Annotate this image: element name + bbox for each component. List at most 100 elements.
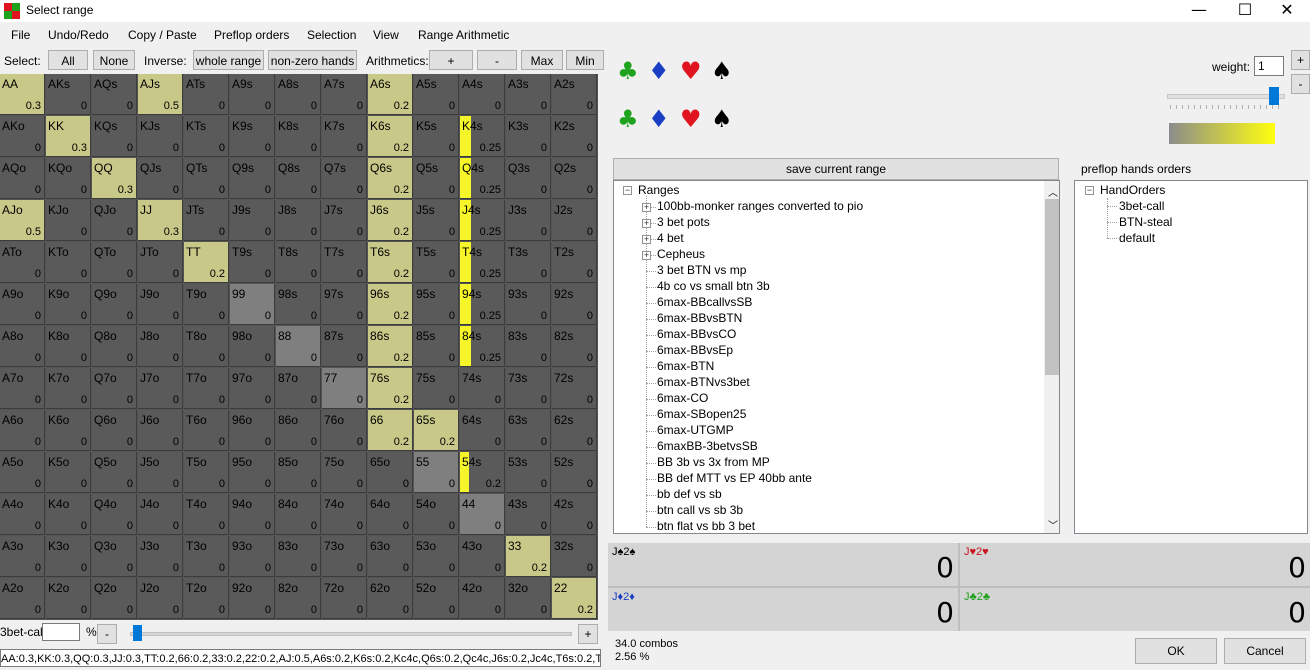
hand-cell-Q9s[interactable]: Q9s 0 <box>230 158 275 199</box>
hand-cell-99[interactable]: 99 0 <box>230 284 275 325</box>
hand-cell-A3s[interactable]: A3s 0 <box>506 74 551 115</box>
hand-cell-83s[interactable]: 83s 0 <box>506 326 551 367</box>
hand-cell-T4s[interactable]: T4s 0.25 <box>460 242 505 283</box>
menu-file[interactable]: File <box>11 28 30 42</box>
range-tree-item[interactable]: 100bb-monker ranges converted to pio <box>657 199 863 213</box>
hand-cell-Q8s[interactable]: Q8s 0 <box>276 158 321 199</box>
cancel-button[interactable]: Cancel <box>1224 638 1306 664</box>
hand-cell-Q4o[interactable]: Q4o 0 <box>92 494 137 535</box>
hand-cell-TT[interactable]: TT 0.2 <box>184 242 229 283</box>
hand-cell-Q5o[interactable]: Q5o 0 <box>92 452 137 493</box>
hand-cell-92o[interactable]: 92o 0 <box>230 578 275 619</box>
hand-cell-A8o[interactable]: A8o 0 <box>0 326 45 367</box>
hand-cell-J6o[interactable]: J6o 0 <box>138 410 183 451</box>
ranges-scrollbar-thumb[interactable] <box>1045 199 1059 375</box>
hand-cell-QJo[interactable]: QJo 0 <box>92 200 137 241</box>
hand-cell-52o[interactable]: 52o 0 <box>414 578 459 619</box>
hand-cell-T8o[interactable]: T8o 0 <box>184 326 229 367</box>
hand-cell-54s[interactable]: 54s 0.2 <box>460 452 505 493</box>
percent-slider-thumb[interactable] <box>133 625 142 641</box>
range-tree-item[interactable]: btn call vs sb 3b <box>657 503 743 517</box>
hand-cell-T6s[interactable]: T6s 0.2 <box>368 242 413 283</box>
range-tree-item[interactable]: 6max-BTN <box>657 359 714 373</box>
combo-cell[interactable]: J♥2♥ 0 <box>960 543 1310 586</box>
minimize-button[interactable]: — <box>1176 0 1222 22</box>
handorder-item[interactable]: 3bet-call <box>1119 199 1164 213</box>
hand-cell-A4o[interactable]: A4o 0 <box>0 494 45 535</box>
hand-cell-JTo[interactable]: JTo 0 <box>138 242 183 283</box>
hand-cell-KJs[interactable]: KJs 0 <box>138 116 183 157</box>
hand-cell-82o[interactable]: 82o 0 <box>276 578 321 619</box>
hand-cell-95o[interactable]: 95o 0 <box>230 452 275 493</box>
handorder-item[interactable]: default <box>1119 231 1155 245</box>
hand-cell-J2o[interactable]: J2o 0 <box>138 578 183 619</box>
hand-cell-K9s[interactable]: K9s 0 <box>230 116 275 157</box>
hand-cell-64o[interactable]: 64o 0 <box>368 494 413 535</box>
hand-cell-77[interactable]: 77 0 <box>322 368 367 409</box>
hand-cell-J7o[interactable]: J7o 0 <box>138 368 183 409</box>
hand-cell-86s[interactable]: 86s 0.2 <box>368 326 413 367</box>
hand-cell-83o[interactable]: 83o 0 <box>276 536 321 577</box>
ranges-collapse-icon[interactable]: − <box>623 186 632 195</box>
hand-cell-74s[interactable]: 74s 0 <box>460 368 505 409</box>
select-none-button[interactable]: None <box>93 50 135 70</box>
hand-cell-92s[interactable]: 92s 0 <box>552 284 597 325</box>
hand-cell-Q5s[interactable]: Q5s 0 <box>414 158 459 199</box>
hand-cell-Q8o[interactable]: Q8o 0 <box>92 326 137 367</box>
hand-cell-32s[interactable]: 32s 0 <box>552 536 597 577</box>
hand-cell-Q2o[interactable]: Q2o 0 <box>92 578 137 619</box>
hand-cell-J9o[interactable]: J9o 0 <box>138 284 183 325</box>
hand-cell-AA[interactable]: AA 0.3 <box>0 74 45 115</box>
hand-cell-A5o[interactable]: A5o 0 <box>0 452 45 493</box>
hand-cell-A6o[interactable]: A6o 0 <box>0 410 45 451</box>
range-tree-item[interactable]: 4 bet <box>657 231 684 245</box>
hand-cell-72o[interactable]: 72o 0 <box>322 578 367 619</box>
hand-cell-82s[interactable]: 82s 0 <box>552 326 597 367</box>
hand-cell-98o[interactable]: 98o 0 <box>230 326 275 367</box>
hand-cell-94s[interactable]: 94s 0.25 <box>460 284 505 325</box>
hand-cell-Q7o[interactable]: Q7o 0 <box>92 368 137 409</box>
hand-cell-KQo[interactable]: KQo 0 <box>46 158 91 199</box>
hand-cell-J5s[interactable]: J5s 0 <box>414 200 459 241</box>
hand-cell-K9o[interactable]: K9o 0 <box>46 284 91 325</box>
heart-suit-icon[interactable]: ♥ <box>680 59 702 83</box>
diamond-suit-icon-2[interactable]: ♦ <box>648 107 670 131</box>
hand-cell-A2o[interactable]: A2o 0 <box>0 578 45 619</box>
hand-cell-62s[interactable]: 62s 0 <box>552 410 597 451</box>
range-tree-item[interactable]: BB 3b vs 3x from MP <box>657 455 770 469</box>
hand-cell-85o[interactable]: 85o 0 <box>276 452 321 493</box>
hand-cell-AKs[interactable]: AKs 0 <box>46 74 91 115</box>
hand-cell-94o[interactable]: 94o 0 <box>230 494 275 535</box>
hand-cell-ATs[interactable]: ATs 0 <box>184 74 229 115</box>
hand-cell-A6s[interactable]: A6s 0.2 <box>368 74 413 115</box>
range-tree-item[interactable]: 3 bet BTN vs mp <box>657 263 746 277</box>
hand-cell-65o[interactable]: 65o 0 <box>368 452 413 493</box>
hand-cell-QTs[interactable]: QTs 0 <box>184 158 229 199</box>
hand-cell-AJs[interactable]: AJs 0.5 <box>138 74 183 115</box>
percent-decrease-button[interactable]: - <box>97 624 117 644</box>
arith-min-button[interactable]: Min <box>566 50 604 70</box>
hand-cell-43o[interactable]: 43o 0 <box>460 536 505 577</box>
hand-cell-Q6s[interactable]: Q6s 0.2 <box>368 158 413 199</box>
hand-cell-J3s[interactable]: J3s 0 <box>506 200 551 241</box>
hand-cell-AKo[interactable]: AKo 0 <box>0 116 45 157</box>
heart-suit-icon-2[interactable]: ♥ <box>680 107 702 131</box>
hand-cell-T7o[interactable]: T7o 0 <box>184 368 229 409</box>
hand-cell-85s[interactable]: 85s 0 <box>414 326 459 367</box>
hand-cell-T2s[interactable]: T2s 0 <box>552 242 597 283</box>
hand-cell-Q9o[interactable]: Q9o 0 <box>92 284 137 325</box>
arith-plus-button[interactable]: + <box>429 50 473 70</box>
weight-decrease-button[interactable]: - <box>1291 74 1310 94</box>
range-tree-item[interactable]: 6max-BBvsCO <box>657 327 736 341</box>
range-tree-item[interactable]: 4b co vs small btn 3b <box>657 279 770 293</box>
hand-cell-KTs[interactable]: KTs 0 <box>184 116 229 157</box>
menu-copy-paste[interactable]: Copy / Paste <box>128 28 197 42</box>
menu-view[interactable]: View <box>373 28 399 42</box>
hand-cell-98s[interactable]: 98s 0 <box>276 284 321 325</box>
hand-cell-J9s[interactable]: J9s 0 <box>230 200 275 241</box>
hand-cell-84o[interactable]: 84o 0 <box>276 494 321 535</box>
range-tree-item[interactable]: 6max-BBcallvsSB <box>657 295 752 309</box>
weight-slider-track[interactable] <box>1167 94 1285 99</box>
hand-cell-54o[interactable]: 54o 0 <box>414 494 459 535</box>
hand-cell-AJo[interactable]: AJo 0.5 <box>0 200 45 241</box>
